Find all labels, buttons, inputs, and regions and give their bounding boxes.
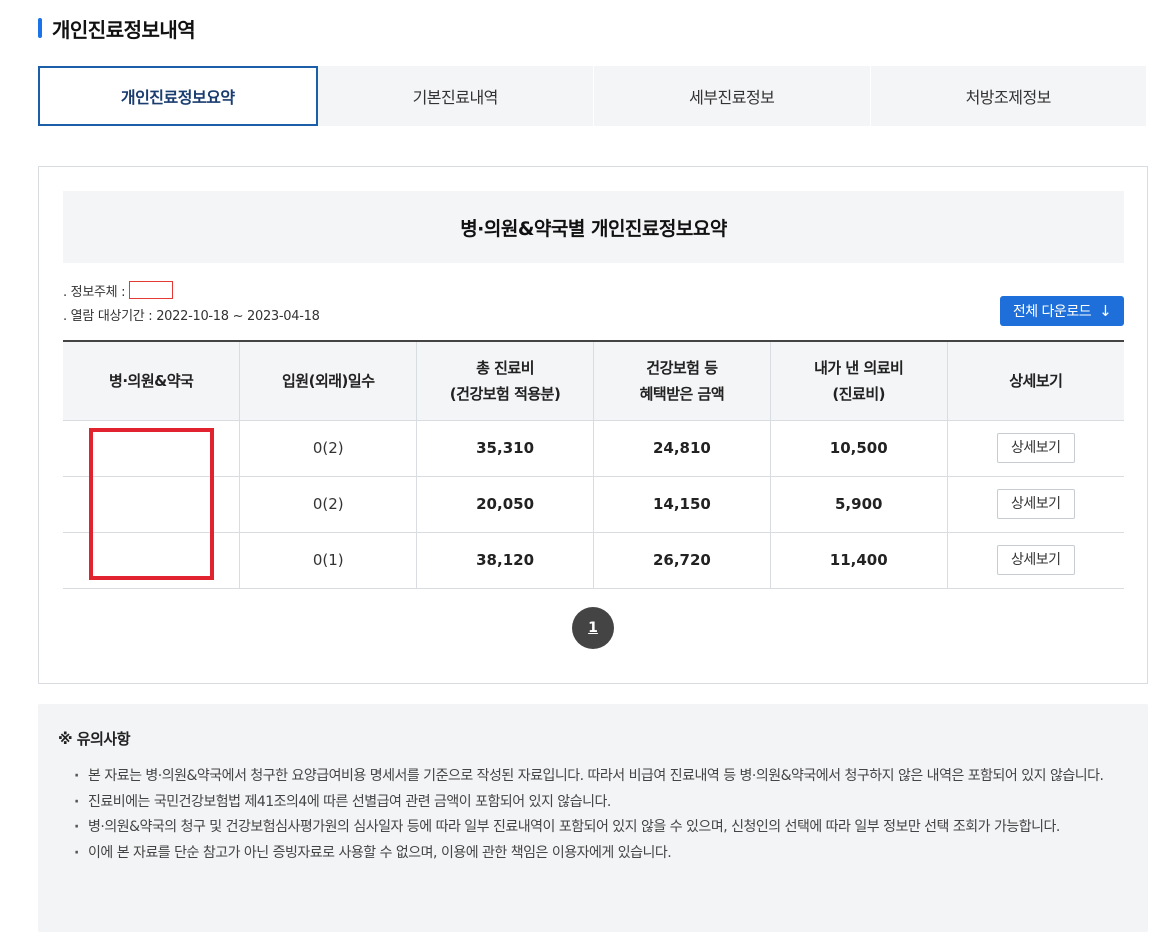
- cell-days: 0(2): [239, 420, 417, 477]
- table-row: 0(2) 35,310 24,810 10,500 상세보기: [63, 420, 1124, 477]
- title-accent-bar: [38, 18, 42, 38]
- notice-item: 이에 본 자료를 단순 참고가 아닌 증빙자료로 사용할 수 없으며, 이용에 …: [74, 841, 1124, 866]
- cell-detail: 상세보기: [946, 532, 1124, 589]
- redacted-subject-name: [129, 281, 174, 299]
- header-detail: 상세보기: [946, 340, 1124, 421]
- period-label: . 열람 대상기간 : 2022-10-18 ~ 2023-04-18: [63, 308, 320, 324]
- page-title-text: 개인진료정보내역: [52, 17, 196, 42]
- summary-table: 병·의원&약국 입원(외래)일수 총 진료비 (건강보험 적용분) 건강보험 등혜…: [63, 340, 1124, 589]
- download-all-label: 전체 다운로드: [1012, 304, 1092, 320]
- detail-button[interactable]: 상세보기: [996, 489, 1075, 519]
- cell-days: 0(2): [239, 476, 417, 533]
- cell-mine: 11,400: [769, 532, 948, 589]
- cell-days: 0(1): [239, 532, 417, 589]
- tab-detailed-info[interactable]: 세부진료정보: [594, 66, 871, 126]
- header-total: 총 진료비 (건강보험 적용분): [416, 340, 594, 421]
- cell-benefit: 26,720: [592, 532, 771, 589]
- page-title: 개인진료정보내역: [38, 13, 196, 43]
- tab-prescription-info[interactable]: 처방조제정보: [870, 66, 1147, 126]
- detail-button[interactable]: 상세보기: [996, 433, 1075, 463]
- notice-title: ※ 유의사항: [58, 730, 131, 748]
- summary-panel: 병·의원&약국별 개인진료정보요약 . 정보주체 : . 열람 대상기간 : 2…: [38, 166, 1148, 684]
- cell-detail: 상세보기: [946, 476, 1124, 533]
- header-hospital: 병·의원&약국: [63, 340, 240, 421]
- download-all-button[interactable]: 전체 다운로드 ↓: [1000, 296, 1124, 326]
- notice-item: 본 자료는 병·의원&약국에서 청구한 요양급여비용 명세서를 기준으로 작성된…: [74, 764, 1124, 789]
- arrow-down-icon: ↓: [1099, 302, 1112, 320]
- notice-box: ※ 유의사항 본 자료는 병·의원&약국에서 청구한 요양급여비용 명세서를 기…: [38, 704, 1148, 932]
- cell-total: 38,120: [416, 532, 594, 589]
- header-benefit: 건강보험 등 혜택받은 금액: [592, 340, 771, 421]
- period-row: . 열람 대상기간 : 2022-10-18 ~ 2023-04-18: [63, 305, 320, 324]
- cell-total: 35,310: [416, 420, 594, 477]
- header-mine: 내가 낸 의료비 (진료비): [769, 340, 948, 421]
- notice-item: 진료비에는 국민건강보험법 제41조의4에 따른 선별급여 관련 금액이 포함되…: [74, 790, 1124, 815]
- cell-mine: 10,500: [769, 420, 948, 477]
- tab-basic-records[interactable]: 기본진료내역: [317, 66, 594, 126]
- table-row: 0(2) 20,050 14,150 5,900 상세보기: [63, 476, 1124, 533]
- cell-detail: 상세보기: [946, 420, 1124, 477]
- subject-label: . 정보주체 :: [63, 284, 126, 300]
- tab-personal-summary[interactable]: 개인진료정보요약: [38, 66, 318, 126]
- detail-button[interactable]: 상세보기: [996, 545, 1075, 575]
- cell-total: 20,050: [416, 476, 594, 533]
- tab-bar: 개인진료정보요약 기본진료내역 세부진료정보 처방조제정보: [38, 66, 1147, 126]
- table-row: 0(1) 38,120 26,720 11,400 상세보기: [63, 532, 1124, 589]
- redacted-hospital-names: [89, 428, 214, 580]
- table-header-row: 병·의원&약국 입원(외래)일수 총 진료비 (건강보험 적용분) 건강보험 등혜…: [63, 340, 1124, 421]
- pagination-page-1[interactable]: 1: [572, 607, 614, 649]
- notice-list: 본 자료는 병·의원&약국에서 청구한 요양급여비용 명세서를 기준으로 작성된…: [74, 764, 1124, 866]
- subject-row: . 정보주체 :: [63, 281, 174, 300]
- cell-benefit: 14,150: [592, 476, 771, 533]
- header-days: 입원(외래)일수: [239, 340, 417, 421]
- cell-mine: 5,900: [769, 476, 948, 533]
- notice-item: 병·의원&약국의 청구 및 건강보험심사평가원의 심사일자 등에 따라 일부 진…: [74, 815, 1124, 840]
- cell-benefit: 24,810: [592, 420, 771, 477]
- summary-heading: 병·의원&약국별 개인진료정보요약: [63, 191, 1124, 263]
